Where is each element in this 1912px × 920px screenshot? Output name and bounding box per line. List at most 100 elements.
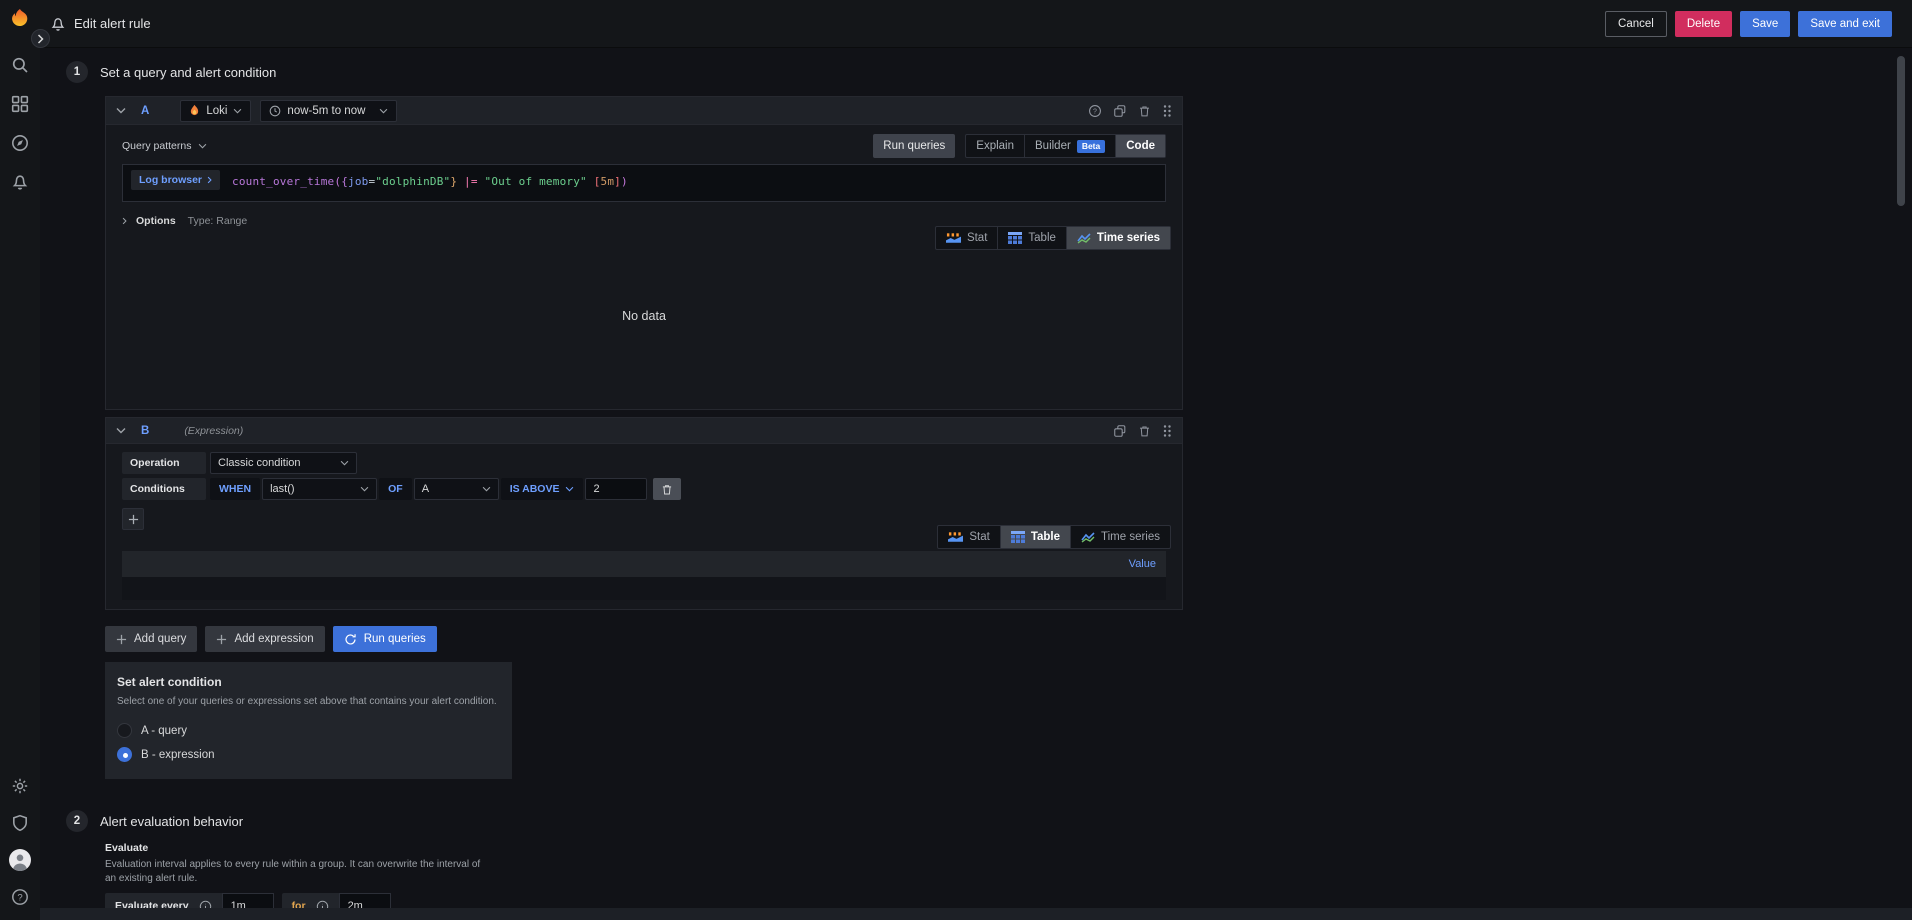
remove-condition-button[interactable] [653,478,682,500]
datasource-help-button[interactable]: ? [1088,104,1102,118]
evaluator-select[interactable]: IS ABOVE [500,478,584,500]
grafana-logo[interactable] [9,8,31,30]
sidebar-item-server-admin[interactable] [9,812,31,834]
sidebar-item-help[interactable]: ? [9,886,31,908]
reducer-function-select[interactable]: last() [262,478,378,500]
query-a-panel: A Loki now-5m to now ? Query patterns Ru… [105,96,1183,410]
expression-kind-label: (Expression) [184,424,244,437]
remove-expression-button[interactable] [1138,424,1151,438]
tab-builder[interactable]: Builder Beta [1024,135,1115,157]
datasource-name: Loki [206,104,228,117]
step-1-heading: 1 Set a query and alert condition [66,61,276,83]
query-a-ref-id: A [141,104,150,117]
drag-dots-icon [1163,424,1171,437]
add-condition-button[interactable] [122,508,144,530]
delete-button[interactable]: Delete [1674,10,1733,37]
add-expression-button[interactable]: Add expression [205,626,325,652]
time-range-value: now-5m to now [287,104,366,117]
conditions-row: Conditions WHEN last() OF A IS ABOVE [122,478,1166,500]
tab-code[interactable]: Code [1115,135,1165,157]
radio-unselected[interactable] [117,723,132,738]
viz-table-tab[interactable]: Table [997,227,1066,249]
sidebar-item-settings[interactable] [9,775,31,797]
query-patterns-button[interactable]: Query patterns [122,140,207,152]
expression-b-header[interactable]: B (Expression) [106,418,1182,444]
condition-option-b[interactable]: B - expression [117,747,500,762]
trash-icon [1140,425,1149,436]
sidebar-item-alerting[interactable] [9,171,31,193]
evaluate-description: Evaluation interval applies to every rul… [105,859,481,884]
collapse-chevron-icon[interactable] [116,427,126,434]
options-label: Options [136,215,176,227]
loki-logo-icon [191,104,199,116]
chevron-down-icon [566,486,574,492]
datasource-picker[interactable]: Loki [180,99,252,122]
add-query-button[interactable]: Add query [105,626,198,652]
viz-stat-tab[interactable]: Stat [936,227,997,249]
avatar [9,849,31,871]
expression-b-toolbar [1113,424,1172,438]
trash-icon [663,484,672,494]
drag-handle[interactable] [1162,104,1172,118]
stat-icon [948,532,964,542]
log-browser-label: Log browser [139,174,203,186]
table-icon [1010,531,1025,543]
loki-query-text[interactable]: count_over_time({job="dolphinDB"} |= "Ou… [232,170,628,188]
help-circle-icon: ? [1089,104,1101,117]
tab-explain[interactable]: Explain [966,135,1024,157]
threshold-input[interactable] [585,478,648,500]
expression-b-ref-id: B [141,424,150,437]
options-type-value: Type: Range [187,215,248,227]
page-scrollbar[interactable] [1897,56,1905,206]
tab-builder-label: Builder [1035,140,1071,152]
viz-table-tab[interactable]: Table [999,526,1070,548]
drag-handle[interactable] [1162,424,1172,438]
viz-stat-tab[interactable]: Stat [938,526,999,548]
operation-value: Classic condition [218,457,301,469]
sidebar-item-search[interactable] [9,54,31,76]
run-queries-small-button[interactable]: Run queries [873,134,956,158]
table-header-row: Value [122,551,1166,577]
value-column-header[interactable]: Value [1129,558,1156,570]
expression-result-table: Value [122,551,1166,600]
run-queries-label: Run queries [363,633,426,645]
step-1-number: 1 [66,61,88,83]
expression-b-panel: B (Expression) Operation Classic conditi… [105,417,1183,610]
plus-icon [116,634,127,644]
alert-rule-bell-icon [50,16,66,32]
radio-selected[interactable] [117,747,132,762]
duplicate-query-button[interactable] [1113,104,1127,118]
query-ref-value: A [421,483,430,495]
time-range-picker[interactable]: now-5m to now [260,99,398,122]
save-and-exit-button[interactable]: Save and exit [1798,10,1892,37]
viz-timeseries-tab[interactable]: Time series [1065,227,1170,249]
svg-text:?: ? [17,892,22,903]
reducer-function-value: last() [270,483,295,495]
remove-query-button[interactable] [1138,104,1151,118]
sidebar-item-dashboards[interactable] [9,93,31,115]
query-a-header[interactable]: A Loki now-5m to now ? [106,97,1182,125]
dashboards-grid-icon [11,95,29,113]
collapse-chevron-icon[interactable] [116,107,126,114]
chevron-down-icon [340,460,349,466]
duplicate-expression-button[interactable] [1113,424,1127,438]
page-title: Edit alert rule [74,16,151,31]
chevron-down-icon [360,486,369,492]
evaluate-heading: Evaluate [105,842,149,854]
run-queries-button[interactable]: Run queries [332,626,437,652]
stat-icon [945,233,961,243]
cancel-button[interactable]: Cancel [1605,10,1667,37]
condition-option-b-label: B - expression [141,748,215,761]
condition-option-a[interactable]: A - query [117,723,500,738]
sidebar-item-explore[interactable] [9,132,31,154]
viz-table-label: Table [1028,232,1056,244]
save-button[interactable]: Save [1740,10,1791,37]
sidebar-item-profile[interactable] [9,849,31,871]
viz-timeseries-tab[interactable]: Time series [1070,526,1170,548]
chevron-right-icon [37,33,44,44]
log-browser-button[interactable]: Log browser [131,170,221,190]
operation-select[interactable]: Classic condition [210,452,357,474]
step-1-title: Set a query and alert condition [100,64,277,80]
sidebar-expand-button[interactable] [31,29,50,48]
query-ref-select[interactable]: A [413,478,499,500]
